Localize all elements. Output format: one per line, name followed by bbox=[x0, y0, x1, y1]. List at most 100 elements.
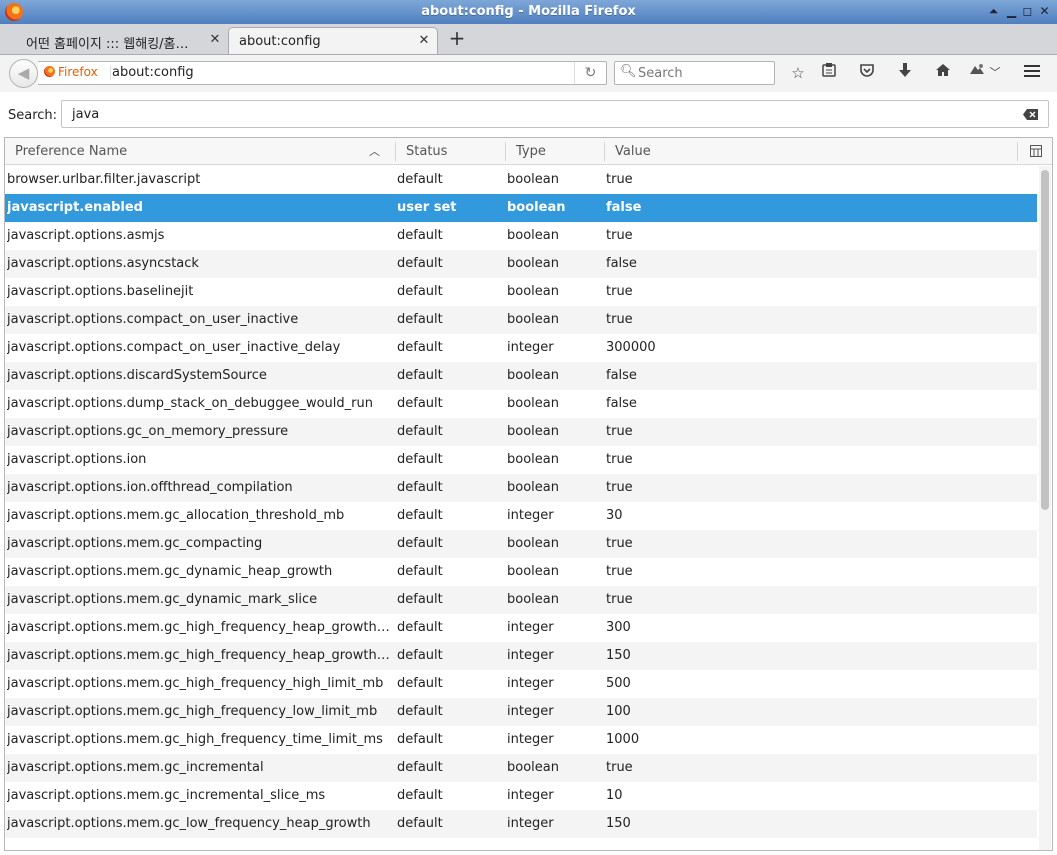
table-row[interactable]: javascript.options.mem.gc_dynamic_mark_s… bbox=[5, 586, 1037, 614]
table-row[interactable]: javascript.options.baselinejit default boo… bbox=[5, 278, 1037, 306]
maximize-window-icon[interactable]: ◻ bbox=[1020, 4, 1035, 19]
extension-icon[interactable] bbox=[966, 62, 988, 84]
column-header-name[interactable]: Preference Name bbox=[15, 144, 127, 159]
pref-type-cell: boolean bbox=[507, 424, 559, 439]
pref-status-cell: default bbox=[397, 424, 443, 439]
pref-type-cell: boolean bbox=[507, 368, 559, 383]
column-splitter[interactable] bbox=[604, 142, 605, 161]
pref-status-cell: default bbox=[397, 676, 443, 691]
search-input[interactable]: Search bbox=[638, 66, 683, 81]
reload-button[interactable]: ↻ bbox=[574, 62, 606, 84]
chevron-down-icon[interactable]: ﹀ bbox=[987, 62, 1003, 84]
table-row[interactable]: javascript.options.asyncstack default bool… bbox=[5, 250, 1037, 278]
arrow-left-icon: ◀ bbox=[17, 64, 30, 82]
pref-value-cell: false bbox=[606, 396, 637, 411]
shade-window-icon[interactable]: ⏶ bbox=[986, 4, 1001, 19]
table-row[interactable]: javascript.options.gc_on_memory_pressure… bbox=[5, 418, 1037, 446]
pref-value-cell: true bbox=[606, 480, 633, 495]
minimize-window-icon[interactable]: ▁ bbox=[1004, 4, 1019, 19]
column-splitter[interactable] bbox=[395, 142, 396, 161]
config-search-row: Search: java bbox=[0, 92, 1057, 136]
tab-strip: 어떤 홈페이지 ::: 웹해킹/홈페… ✕ about:config ✕ bbox=[0, 24, 1057, 55]
table-row[interactable]: javascript.options.mem.gc_dynamic_heap_g… bbox=[5, 558, 1037, 586]
table-row[interactable]: browser.urlbar.filter.javascript default b… bbox=[5, 166, 1037, 194]
url-bar[interactable]: Firefox about:config ↻ bbox=[38, 61, 607, 85]
tab-homepage[interactable]: 어떤 홈페이지 ::: 웹해킹/홈페… ✕ bbox=[10, 27, 228, 54]
table-row[interactable]: javascript.options.mem.gc_high_frequency… bbox=[5, 698, 1037, 726]
close-tab-icon[interactable]: ✕ bbox=[208, 32, 222, 47]
pref-name-cell: javascript.options.ion.offthread_compila… bbox=[7, 480, 293, 495]
pref-name-cell: javascript.options.mem.gc_high_frequency… bbox=[7, 620, 390, 635]
table-row[interactable]: javascript.options.asmjs default boolean tr… bbox=[5, 222, 1037, 250]
table-row[interactable]: javascript.options.mem.gc_low_frequency_… bbox=[5, 810, 1037, 838]
table-row[interactable]: javascript.options.mem.gc_high_frequency… bbox=[5, 726, 1037, 754]
clear-search-icon[interactable] bbox=[1023, 109, 1038, 120]
vertical-scrollbar[interactable] bbox=[1039, 166, 1051, 850]
table-row[interactable]: javascript.options.mem.gc_high_frequency… bbox=[5, 642, 1037, 670]
table-row[interactable]: javascript.options.ion default boolean true bbox=[5, 446, 1037, 474]
table-row[interactable]: javascript.options.mem.gc_incremental_sl… bbox=[5, 782, 1037, 810]
firefox-icon bbox=[44, 66, 55, 77]
back-button[interactable]: ◀ bbox=[9, 59, 38, 88]
pref-name-cell: javascript.options.mem.gc_dynamic_heap_g… bbox=[7, 564, 333, 579]
pref-status-cell: default bbox=[397, 396, 443, 411]
table-row[interactable]: javascript.options.discardSystemSource de… bbox=[5, 362, 1037, 390]
column-picker-icon[interactable] bbox=[1030, 145, 1042, 157]
table-row[interactable]: javascript.options.ion.offthread_compila… bbox=[5, 474, 1037, 502]
pref-name-cell: javascript.options.mem.gc_allocation_thr… bbox=[7, 508, 345, 523]
table-row[interactable]: javascript.options.compact_on_user_inact… bbox=[5, 306, 1037, 334]
pref-name-cell: javascript.options.mem.gc_high_frequency… bbox=[7, 732, 383, 747]
sort-ascending-icon: ︿ bbox=[369, 145, 380, 158]
window-titlebar[interactable]: about:config - Mozilla Firefox ⏶ ▁ ◻ ✕ bbox=[0, 0, 1057, 24]
scrollbar-thumb[interactable] bbox=[1041, 170, 1049, 510]
pref-type-cell: integer bbox=[507, 732, 554, 747]
table-row[interactable]: javascript.options.mem.gc_high_frequency… bbox=[5, 614, 1037, 642]
table-body: browser.urlbar.filter.javascript default b… bbox=[5, 166, 1037, 838]
config-search-field[interactable]: java bbox=[61, 100, 1049, 128]
downloads-icon[interactable] bbox=[894, 62, 916, 84]
pref-name-cell: javascript.options.gc_on_memory_pressure bbox=[7, 424, 289, 439]
table-row[interactable]: javascript.enabled user set boolean false bbox=[5, 194, 1037, 222]
column-splitter[interactable] bbox=[505, 142, 506, 161]
pref-type-cell: integer bbox=[507, 788, 554, 803]
column-header-value[interactable]: Value bbox=[615, 144, 651, 159]
home-icon[interactable] bbox=[932, 62, 954, 84]
pocket-icon[interactable] bbox=[856, 62, 878, 84]
column-header-type[interactable]: Type bbox=[516, 144, 546, 159]
url-input[interactable]: about:config bbox=[112, 65, 194, 80]
pref-value-cell: false bbox=[606, 368, 637, 383]
tab-about-config[interactable]: about:config ✕ bbox=[228, 27, 438, 54]
pref-value-cell: false bbox=[606, 200, 642, 215]
pref-name-cell: javascript.options.mem.gc_incremental_sl… bbox=[7, 788, 326, 803]
table-row[interactable]: javascript.options.mem.gc_incremental def… bbox=[5, 754, 1037, 782]
table-row[interactable]: javascript.options.mem.gc_allocation_thr… bbox=[5, 502, 1037, 530]
menu-hamburger-icon[interactable] bbox=[1021, 62, 1043, 84]
table-row[interactable]: javascript.options.compact_on_user_inact… bbox=[5, 334, 1037, 362]
pref-status-cell: default bbox=[397, 564, 443, 579]
pref-name-cell: javascript.options.mem.gc_high_frequency… bbox=[7, 704, 378, 719]
pref-name-cell: javascript.options.asmjs bbox=[7, 228, 165, 243]
pref-status-cell: default bbox=[397, 620, 443, 635]
table-row[interactable]: javascript.options.mem.gc_high_frequency… bbox=[5, 670, 1037, 698]
pref-type-cell: integer bbox=[507, 340, 554, 355]
table-row[interactable]: javascript.options.mem.gc_compacting defa… bbox=[5, 530, 1037, 558]
pref-value-cell: 10 bbox=[606, 788, 623, 803]
column-header-status[interactable]: Status bbox=[406, 144, 447, 159]
pref-name-cell: javascript.options.mem.gc_high_frequency… bbox=[7, 648, 390, 663]
pref-status-cell: default bbox=[397, 508, 443, 523]
config-search-input[interactable]: java bbox=[72, 107, 99, 122]
search-bar[interactable]: 🔍︎ Search bbox=[614, 61, 775, 85]
pref-type-cell: boolean bbox=[507, 172, 559, 187]
pref-name-cell: javascript.options.mem.gc_low_frequency_… bbox=[7, 816, 371, 831]
reading-list-icon[interactable] bbox=[818, 62, 840, 84]
new-tab-button[interactable]: + bbox=[446, 28, 468, 50]
table-row[interactable]: javascript.options.dump_stack_on_debugge… bbox=[5, 390, 1037, 418]
close-window-icon[interactable]: ✕ bbox=[1037, 4, 1052, 19]
bookmark-star-icon[interactable]: ☆ bbox=[787, 62, 809, 84]
close-tab-icon[interactable]: ✕ bbox=[417, 33, 431, 48]
window-title: about:config - Mozilla Firefox bbox=[421, 4, 636, 19]
identity-box[interactable]: Firefox bbox=[44, 65, 98, 79]
column-splitter[interactable] bbox=[1017, 142, 1018, 161]
pref-value-cell: 150 bbox=[606, 816, 631, 831]
pref-status-cell: default bbox=[397, 592, 443, 607]
